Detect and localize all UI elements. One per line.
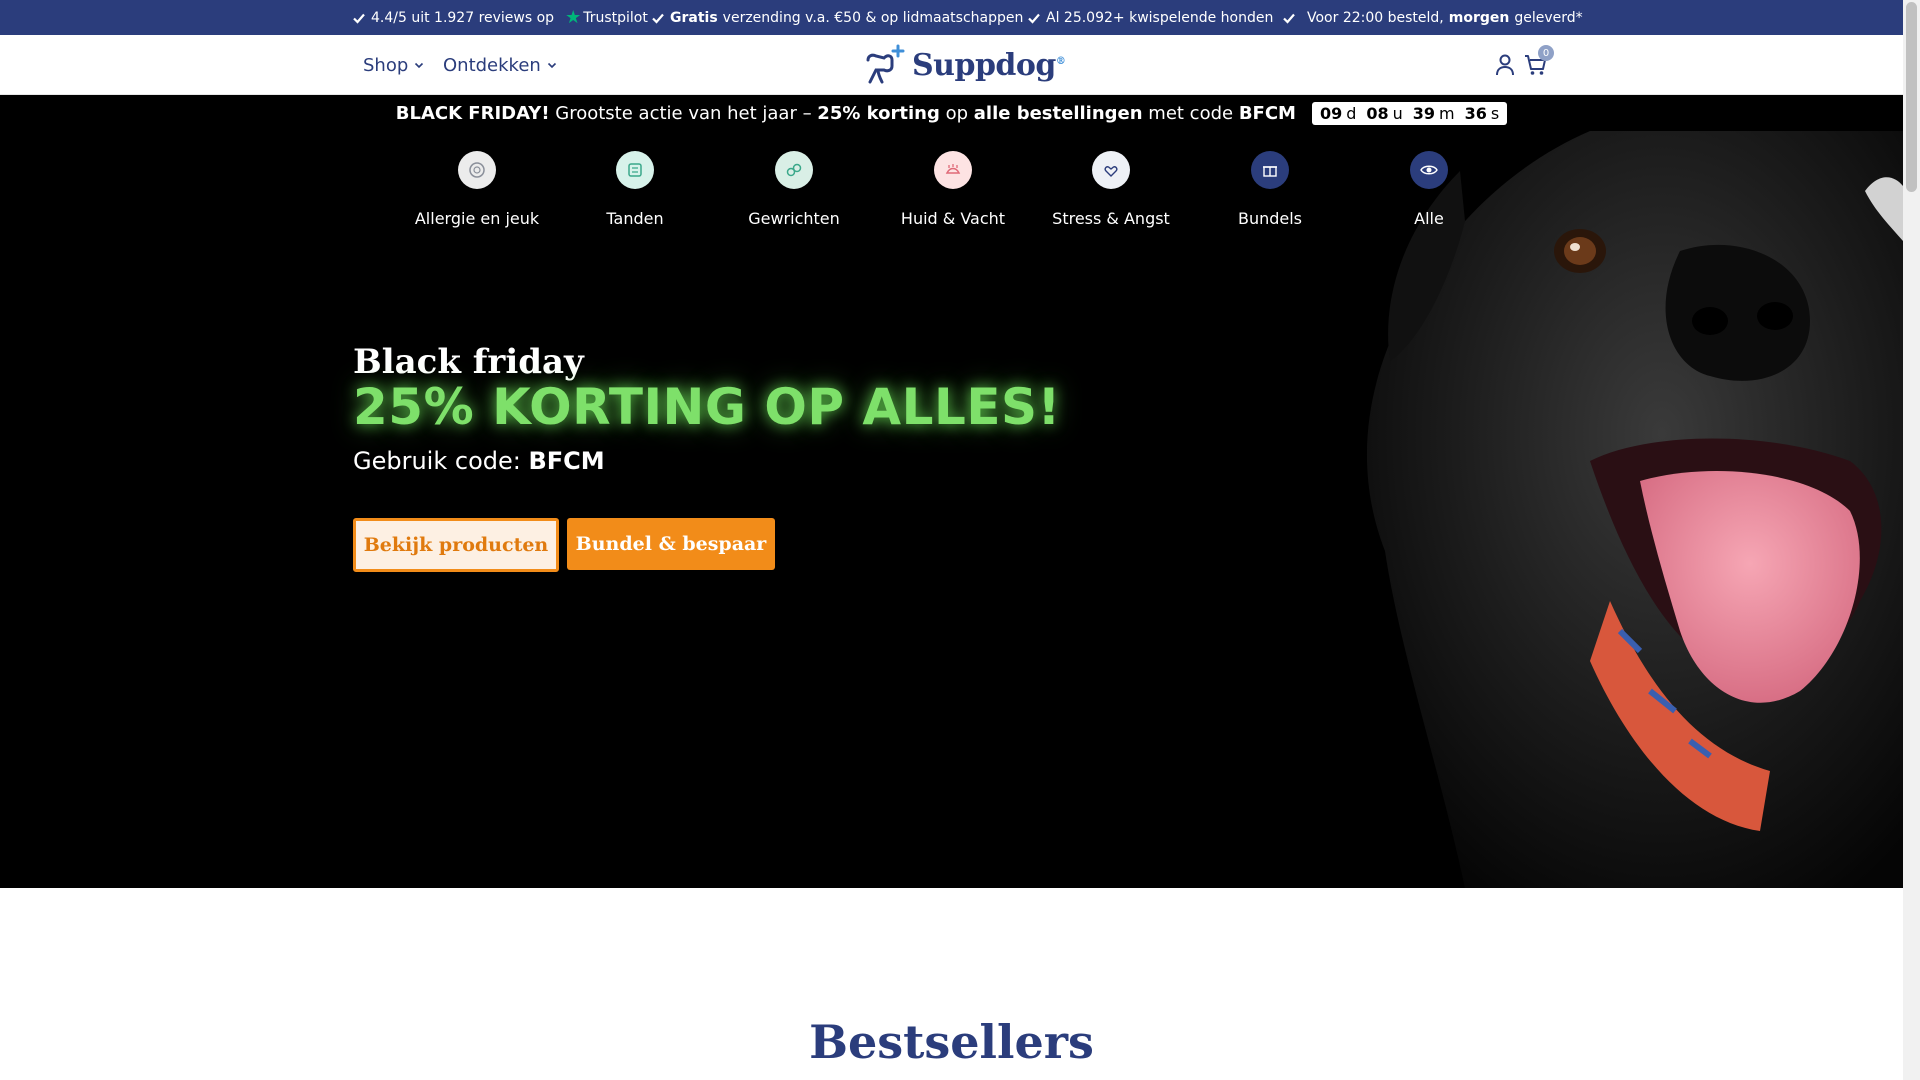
nav-discover[interactable]: Ontdekken	[443, 35, 557, 95]
promo-bold-1: BLACK FRIDAY!	[395, 102, 550, 124]
rating-text: 4.4/5 uit 1.927 reviews op	[371, 9, 555, 26]
teeth-icon	[616, 151, 654, 189]
countdown-minutes: 39	[1412, 103, 1436, 123]
delivery-pre: Voor 22:00 besteld,	[1307, 9, 1444, 26]
countdown-seconds: 36	[1464, 103, 1487, 123]
black-friday-promo-bar: BLACK FRIDAY! Grootste actie van het jaa…	[0, 95, 1903, 131]
cart-count-badge: 0	[1538, 45, 1554, 61]
trustpilot-logo[interactable]: ★ Trustpilot	[565, 6, 648, 28]
category-label: Huid & Vacht	[900, 209, 1006, 228]
nav-shop-label: Shop	[363, 54, 409, 76]
promo-text-3: met code	[1142, 102, 1239, 124]
category-stress[interactable]: Stress & Angst	[1031, 151, 1191, 228]
logo-reg: ®	[1055, 55, 1066, 67]
countdown-hours-unit: u	[1392, 103, 1403, 123]
countdown-timer: 09 d 08 u 39 m 36 s	[1311, 101, 1508, 125]
delivery-item: Voor 22:00 besteld, morgen geleverd*	[1282, 0, 1583, 35]
paw-logo-icon	[866, 44, 905, 84]
stress-icon	[1092, 151, 1130, 189]
hero-section: BLACK FRIDAY! Grootste actie van het jaa…	[0, 95, 1903, 888]
shipping-text: verzending v.a. €50 & op lidmaatschappen	[722, 9, 1024, 26]
category-allergy[interactable]: Allergie en jeuk	[397, 151, 557, 228]
account-icon[interactable]	[1494, 53, 1516, 77]
rating-item: 4.4/5 uit 1.927 reviews op ★ Trustpilot	[352, 0, 648, 35]
category-label: Allergie en jeuk	[414, 209, 540, 228]
category-label: Bundels	[1237, 209, 1303, 228]
bundle-save-button[interactable]: Bundel & bespaar	[567, 518, 775, 570]
category-label: Alle	[1414, 209, 1444, 228]
hero-code-label: Gebruik code:	[353, 447, 529, 475]
suppdog-logo[interactable]: Suppdog®	[862, 43, 1066, 87]
dogs-item: Al 25.092+ kwispelende honden	[1027, 0, 1273, 35]
view-products-button[interactable]: Bekijk producten	[353, 518, 559, 572]
check-icon	[353, 13, 365, 24]
category-joints[interactable]: Gewrichten	[714, 151, 874, 228]
main-nav: Shop Ontdekken Suppdog® 0	[0, 35, 1903, 95]
promo-text-2: op	[939, 102, 974, 124]
promo-text-1: Grootste actie van het jaar –	[549, 102, 818, 124]
chevron-down-icon	[415, 62, 424, 69]
countdown-days: 09	[1319, 103, 1343, 123]
delivery-bold: morgen	[1448, 9, 1510, 26]
trustpilot-star-icon: ★	[565, 6, 582, 28]
promo-bold-2: 25% korting	[817, 102, 940, 124]
check-icon	[652, 13, 664, 24]
delivery-post: geleverd*	[1514, 9, 1583, 26]
nav-discover-label: Ontdekken	[443, 54, 541, 76]
hero-title: Black friday	[353, 342, 584, 382]
announcement-bar: 4.4/5 uit 1.927 reviews op ★ Trustpilot …	[0, 0, 1903, 35]
eye-icon	[1410, 151, 1448, 189]
trustpilot-label: Trustpilot	[583, 9, 648, 26]
category-label: Tanden	[606, 209, 664, 228]
scrollbar-thumb[interactable]	[1906, 2, 1917, 192]
nav-shop[interactable]: Shop	[363, 35, 424, 95]
hero-headline: 25% KORTING OP ALLES!	[353, 378, 1061, 436]
category-bundles[interactable]: Bundels	[1190, 151, 1350, 228]
chevron-down-icon	[547, 62, 556, 69]
hero-code-value: BFCM	[528, 447, 605, 475]
category-teeth[interactable]: Tanden	[555, 151, 715, 228]
joints-icon	[775, 151, 813, 189]
logo-text: Suppdog	[912, 47, 1056, 83]
category-all[interactable]: Alle	[1349, 151, 1509, 228]
countdown-days-unit: d	[1346, 103, 1357, 123]
bundle-icon	[1251, 151, 1289, 189]
countdown-minutes-unit: m	[1439, 103, 1455, 123]
skin-coat-icon	[934, 151, 972, 189]
countdown-hours: 08	[1366, 103, 1389, 123]
check-icon	[1283, 13, 1295, 24]
logo-wordmark: Suppdog®	[912, 47, 1066, 83]
category-skin-coat[interactable]: Huid & Vacht	[873, 151, 1033, 228]
bestsellers-heading: Bestsellers	[809, 1015, 1094, 1069]
promo-bold-3: alle bestellingen	[973, 102, 1143, 124]
dogs-text: Al 25.092+ kwispelende honden	[1046, 9, 1274, 26]
category-shortcuts: Allergie en jeuk Tanden Gewrichten Huid …	[400, 151, 1550, 261]
promo-code: BFCM	[1238, 102, 1296, 124]
check-icon	[1028, 13, 1040, 24]
shipping-item: Gratis verzending v.a. €50 & op lidmaats…	[651, 0, 1023, 35]
allergy-icon	[458, 151, 496, 189]
category-label: Gewrichten	[748, 209, 840, 228]
countdown-seconds-unit: s	[1490, 103, 1500, 123]
hero-code-line: Gebruik code: BFCM	[353, 447, 605, 475]
shipping-bold: Gratis	[670, 9, 718, 26]
category-label: Stress & Angst	[1052, 209, 1170, 228]
